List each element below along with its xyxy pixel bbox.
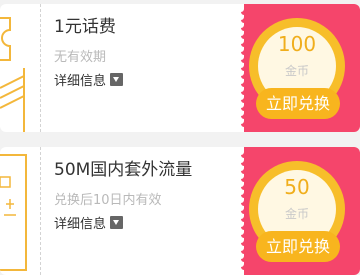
detail-label: 详细信息 — [54, 217, 107, 232]
coupon-art-icon — [0, 4, 36, 132]
coin-unit: 金币 — [284, 64, 309, 78]
coin-unit: 金币 — [284, 207, 309, 221]
detail-toggle[interactable]: 详细信息 — [54, 213, 124, 232]
caret-down-icon[interactable] — [110, 216, 124, 229]
dashed-divider — [40, 4, 41, 132]
coupon-title: 1元话费 — [54, 17, 116, 37]
caret-down-icon[interactable] — [110, 73, 124, 86]
coin-price: 100 — [277, 32, 317, 56]
coupon-card: 50M国内套外流量 兑换后10日内有效 详细信息 50 金币 立即兑换 — [0, 147, 360, 275]
coupon-validity: 无有效期 — [54, 50, 107, 65]
price-panel: 100 金币 立即兑换 — [236, 4, 360, 132]
detail-toggle[interactable]: 详细信息 — [54, 70, 124, 89]
price-panel: 50 金币 立即兑换 — [236, 147, 360, 275]
redeem-button[interactable]: 立即兑换 — [256, 231, 340, 262]
coupon-title: 50M国内套外流量 — [54, 160, 193, 180]
detail-label: 详细信息 — [54, 74, 107, 89]
coin-price: 50 — [284, 175, 310, 199]
redeem-button[interactable]: 立即兑换 — [256, 88, 340, 119]
coupon-validity: 兑换后10日内有效 — [54, 193, 162, 208]
coupon-art-icon — [0, 147, 36, 275]
coupon-card: 1元话费 无有效期 详细信息 100 金币 立即兑换 — [0, 4, 360, 132]
dashed-divider — [40, 147, 41, 275]
